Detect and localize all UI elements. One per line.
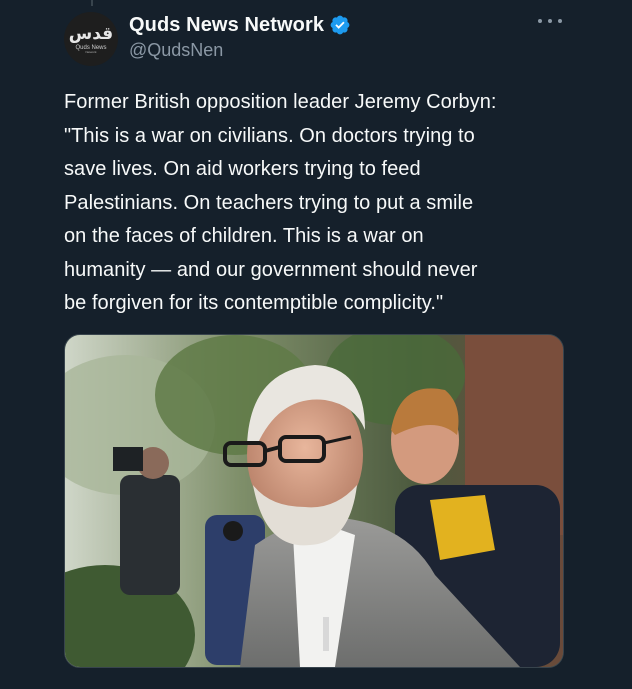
pen-in-pocket bbox=[323, 617, 329, 651]
background-person bbox=[120, 475, 180, 595]
photo-illustration bbox=[65, 335, 563, 667]
tweet-header: Quds News Network @QudsNen bbox=[129, 12, 572, 61]
tweet-media-photo[interactable] bbox=[64, 334, 564, 668]
dot bbox=[548, 19, 552, 23]
tweet-text: Former British opposition leader Jeremy … bbox=[64, 91, 497, 314]
avatar-logo-text: قدس bbox=[68, 23, 114, 44]
camera bbox=[113, 447, 143, 471]
name-row: Quds News Network bbox=[129, 12, 572, 38]
verified-badge-icon[interactable] bbox=[329, 14, 351, 36]
young-man-yellow-shirt bbox=[430, 495, 495, 560]
dot bbox=[558, 19, 562, 23]
microphone bbox=[223, 521, 243, 541]
more-options-ellipsis-icon[interactable] bbox=[538, 14, 562, 28]
author-display-name[interactable]: Quds News Network bbox=[129, 14, 324, 37]
tweet[interactable]: قدس Quds News Network Quds News Network … bbox=[0, 0, 632, 689]
author-handle[interactable]: @QudsNen bbox=[129, 40, 572, 61]
avatar-logo-tagline: Network bbox=[85, 50, 97, 55]
dot bbox=[538, 19, 542, 23]
avatar[interactable]: قدس Quds News Network bbox=[64, 12, 118, 66]
